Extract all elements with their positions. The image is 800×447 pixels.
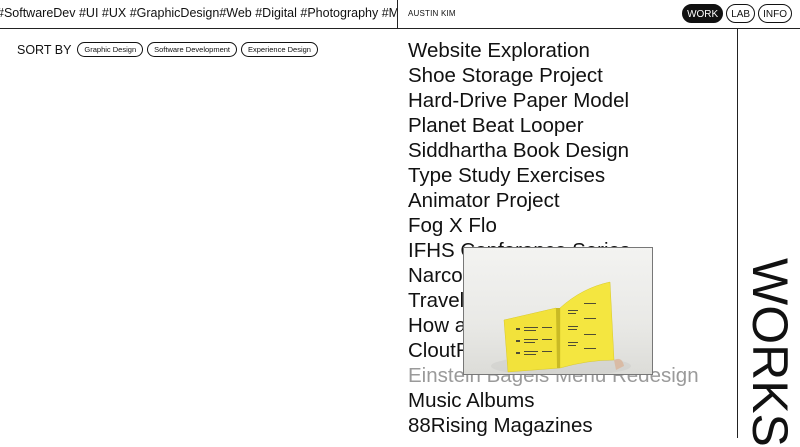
section-title-vertical: WORKS (742, 258, 798, 447)
brand-name[interactable]: AUSTIN KIM (408, 9, 456, 18)
main-nav: WORK LAB INFO (682, 4, 792, 23)
project-item[interactable]: Animator Project (408, 188, 699, 213)
booklet-photo (491, 281, 631, 374)
project-item[interactable]: Website Exploration (408, 38, 699, 63)
top-bar: #SoftwareDev #UI #UX #GraphicDesign#Web … (0, 0, 800, 29)
project-item[interactable]: Type Study Exercises (408, 163, 699, 188)
project-item[interactable]: Planet Beat Looper (408, 113, 699, 138)
nav-info-button[interactable]: INFO (758, 4, 792, 23)
project-item[interactable]: Music Albums (408, 388, 699, 413)
tags-marquee-text: #SoftwareDev #UI #UX #GraphicDesign#Web … (0, 6, 398, 20)
project-item[interactable]: Fog X Flo (408, 213, 699, 238)
project-preview-image (463, 247, 653, 375)
nav-work-button[interactable]: WORK (682, 4, 724, 23)
sort-by-bar: SORT BY Graphic Design Software Developm… (17, 42, 322, 57)
project-list: Website Exploration Shoe Storage Project… (408, 38, 699, 438)
filter-software-development[interactable]: Software Development (147, 42, 237, 57)
project-item[interactable]: 88Rising Magazines (408, 413, 699, 438)
sidebar-divider (737, 29, 738, 438)
filter-experience-design[interactable]: Experience Design (241, 42, 318, 57)
tags-marquee: #SoftwareDev #UI #UX #GraphicDesign#Web … (0, 0, 398, 28)
nav-lab-button[interactable]: LAB (726, 4, 756, 23)
filter-graphic-design[interactable]: Graphic Design (77, 42, 144, 57)
sort-by-label: SORT BY (17, 42, 72, 57)
project-item[interactable]: Siddhartha Book Design (408, 138, 699, 163)
project-item[interactable]: Shoe Storage Project (408, 63, 699, 88)
project-item[interactable]: Hard-Drive Paper Model (408, 88, 699, 113)
